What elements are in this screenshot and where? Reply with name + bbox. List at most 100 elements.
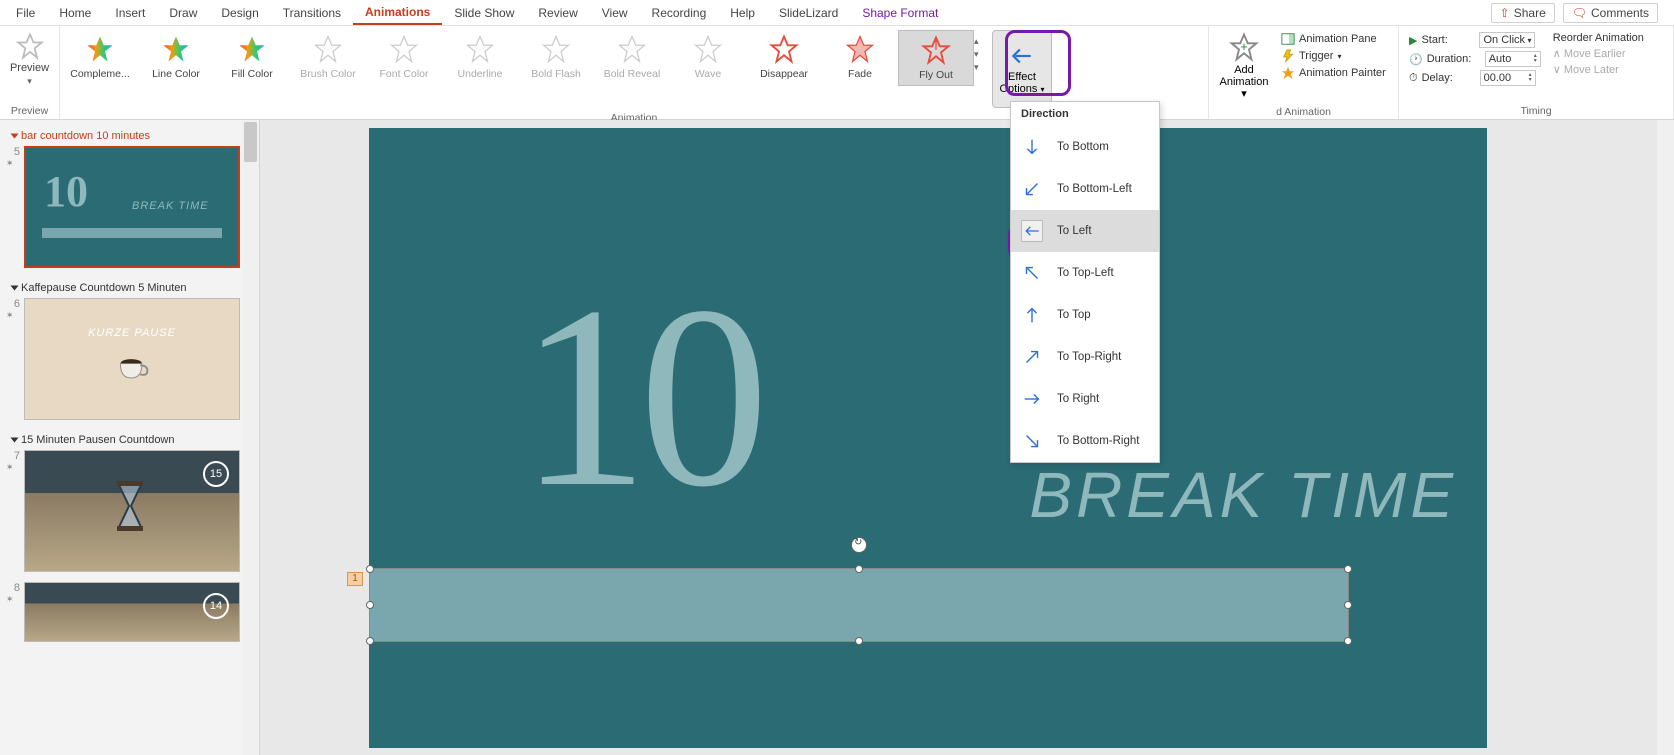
direction-to-bottom-right[interactable]: To Bottom-Right [1011,420,1159,462]
thumbnail-scrollbar[interactable] [242,120,259,755]
direction-to-right[interactable]: To Right [1011,378,1159,420]
anim-disappear[interactable]: Disappear [746,30,822,84]
section-header-3[interactable]: 15 Minuten Pausen Countdown [6,430,253,450]
section-header-2[interactable]: Kaffepause Countdown 5 Minuten [6,278,253,298]
tab-help[interactable]: Help [718,2,767,24]
anim-fly-out[interactable]: Fly Out [898,30,974,86]
ribbon: Preview ▾ Preview Compleme... Line Color… [0,26,1674,120]
add-animation-button[interactable]: + AddAnimation ▾ [1213,28,1275,104]
direction-menu: Direction To Bottom To Bottom-Left To Le… [1010,101,1160,463]
resize-handle[interactable] [366,637,374,645]
tab-file[interactable]: File [4,2,47,24]
add-anim-l2: Animation [1220,76,1269,88]
tab-review[interactable]: Review [526,2,589,24]
painter-icon [1281,66,1295,80]
effect-options-l2: Options [1000,83,1038,95]
direction-to-top-left[interactable]: To Top-Left [1011,252,1159,294]
anim-line-color[interactable]: Line Color [138,30,214,84]
resize-handle[interactable] [1344,637,1352,645]
anim-fade[interactable]: Fade [822,30,898,84]
play-icon: ▶ [1409,34,1417,47]
thumb-badge: 14 [203,593,229,619]
arrow-right-icon [1021,388,1043,410]
canvas-scrollbar[interactable] [1657,120,1674,755]
timing-delay[interactable]: ⏱Delay:00.00▴▾ [1409,70,1541,86]
animation-pane-button[interactable]: Animation Pane [1281,32,1386,46]
selected-shape-bar[interactable] [369,568,1349,642]
slide-break-label: BREAK TIME [1029,458,1457,532]
slide-thumbnail-7[interactable]: 15 [24,450,240,572]
slide-number: 6 [6,298,20,310]
tab-shape-format[interactable]: Shape Format [850,2,950,24]
tab-view[interactable]: View [590,2,640,24]
tab-slideshow[interactable]: Slide Show [442,2,526,24]
direction-to-bottom-left[interactable]: To Bottom-Left [1011,168,1159,210]
tab-transitions[interactable]: Transitions [271,2,353,24]
arrow-left-icon [1009,43,1035,69]
group-label-timing: Timing [1399,105,1673,119]
direction-menu-header: Direction [1011,102,1159,126]
anim-font-color[interactable]: Font Color [366,30,442,84]
move-later-button[interactable]: ∨ Move Later [1553,63,1644,76]
preview-button[interactable]: Preview ▾ [4,28,55,87]
tab-design[interactable]: Design [209,2,270,24]
arrow-up-left-icon [1021,262,1043,284]
animation-painter-button[interactable]: Animation Painter [1281,66,1386,80]
timing-duration[interactable]: 🕐Duration:Auto▴▾ [1409,51,1541,67]
animation-gallery[interactable]: Compleme... Line Color Fill Color Brush … [60,26,1208,112]
direction-to-top-right[interactable]: To Top-Right [1011,336,1159,378]
share-icon: ⇧ [1500,6,1510,20]
resize-handle[interactable] [1344,565,1352,573]
anim-underline[interactable]: Underline [442,30,518,84]
thumb-badge: 15 [203,461,229,487]
rotation-handle[interactable] [851,537,867,553]
animation-indicator-icon: ✶ [6,462,20,473]
slide-thumbnails-panel: bar countdown 10 minutes 5✶ 10 BREAK TIM… [0,120,260,755]
direction-to-left[interactable]: To Left [1011,210,1159,252]
preview-star-icon [16,32,44,60]
arrow-down-icon [1021,136,1043,158]
effect-options-button[interactable]: EffectOptions ▾ [992,30,1052,108]
resize-handle[interactable] [366,601,374,609]
tab-animations[interactable]: Animations [353,1,442,25]
direction-to-bottom[interactable]: To Bottom [1011,126,1159,168]
share-button[interactable]: ⇧Share [1491,3,1555,23]
resize-handle[interactable] [855,637,863,645]
comments-label: Comments [1591,6,1649,20]
main-area: bar countdown 10 minutes 5✶ 10 BREAK TIM… [0,120,1674,755]
slide-thumbnail-5[interactable]: 10 BREAK TIME [24,146,240,268]
anim-fill-color[interactable]: Fill Color [214,30,290,84]
slide-canvas[interactable]: 10 BREAK TIME 1 [260,120,1674,755]
move-earlier-button[interactable]: ∧ Move Earlier [1553,47,1644,60]
direction-to-top[interactable]: To Top [1011,294,1159,336]
animation-indicator-icon: ✶ [6,158,20,169]
anim-wave[interactable]: Wave [670,30,746,84]
resize-handle[interactable] [855,565,863,573]
anim-brush-color[interactable]: Brush Color [290,30,366,84]
add-animation-icon: + [1229,32,1259,62]
gallery-more[interactable]: ▴▾▾ [974,30,988,73]
comments-icon: 🗨 [1572,6,1587,20]
tab-draw[interactable]: Draw [157,2,209,24]
animation-order-tag[interactable]: 1 [347,572,363,586]
timing-start[interactable]: ▶Start:On Click▾ [1409,32,1541,48]
anim-bold-flash[interactable]: Bold Flash [518,30,594,84]
tab-insert[interactable]: Insert [103,2,157,24]
resize-handle[interactable] [366,565,374,573]
comments-button[interactable]: 🗨 Comments [1563,3,1658,23]
resize-handle[interactable] [1344,601,1352,609]
arrow-up-icon [1021,304,1043,326]
trigger-button[interactable]: Trigger ▾ [1281,49,1386,63]
slide-thumbnail-8[interactable]: 14 [24,582,240,642]
slide-thumbnail-6[interactable]: KURZE PAUSE [24,298,240,420]
tab-home[interactable]: Home [47,2,103,24]
thumb-progress-bar [42,228,222,238]
section-header-1[interactable]: bar countdown 10 minutes [6,126,253,146]
tab-slidelizard[interactable]: SlideLizard [767,2,850,24]
anim-complementary[interactable]: Compleme... [62,30,138,84]
svg-text:+: + [1240,40,1247,54]
tab-recording[interactable]: Recording [640,2,719,24]
anim-bold-reveal[interactable]: Bold Reveal [594,30,670,84]
arrow-up-right-icon [1021,346,1043,368]
pane-icon [1281,32,1295,46]
